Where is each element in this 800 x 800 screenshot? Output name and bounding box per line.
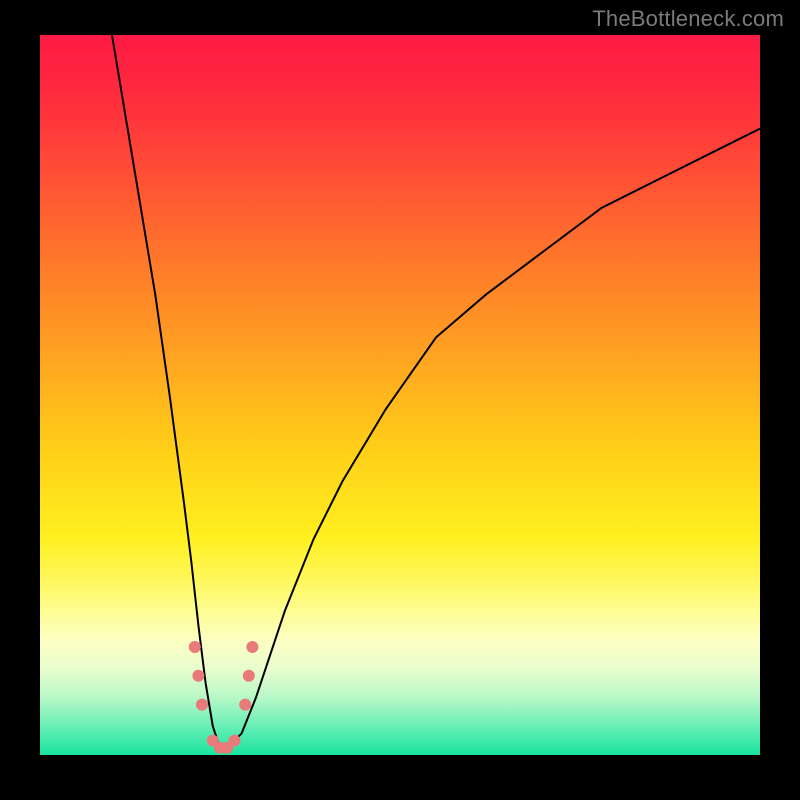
marker-point xyxy=(243,670,255,682)
marker-point xyxy=(239,699,251,711)
marker-group xyxy=(189,641,259,754)
marker-point xyxy=(189,641,201,653)
marker-point xyxy=(228,735,240,747)
marker-point xyxy=(246,641,258,653)
marker-point xyxy=(192,670,204,682)
marker-point xyxy=(196,699,208,711)
watermark-text: TheBottleneck.com xyxy=(592,6,784,32)
chart-overlay xyxy=(40,35,760,755)
bottleneck-curve xyxy=(112,35,760,748)
chart-container: TheBottleneck.com xyxy=(0,0,800,800)
plot-area xyxy=(40,35,760,755)
